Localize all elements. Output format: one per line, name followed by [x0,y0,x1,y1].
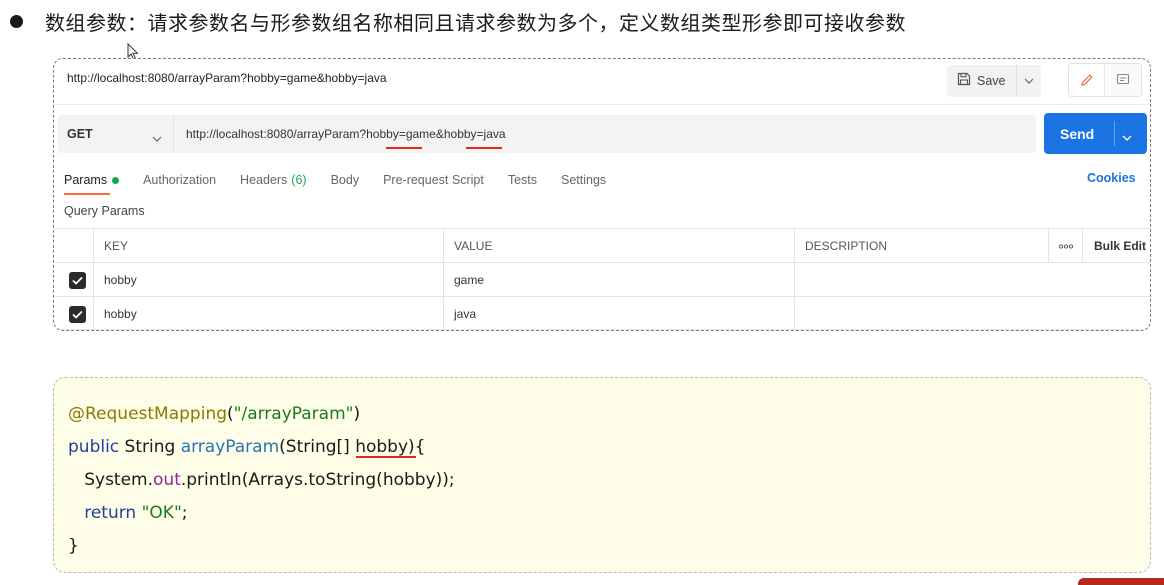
bulk-edit-label: Bulk Edit [1094,239,1147,253]
checkbox-checked-icon [69,305,86,323]
method-chevron-down-icon [152,129,162,147]
tab-params-label: Params [64,173,108,187]
param-key-cell[interactable]: hobby [93,297,443,330]
tab-headers-count: (6) [291,173,307,187]
param-key-cell[interactable]: hobby [93,263,443,297]
code-token: ) [353,404,361,424]
keyword-token: public [68,437,120,457]
tab-prerequest-script[interactable]: Pre-request Script [383,173,484,187]
save-label: Save [977,74,1006,88]
code-token: ){ [408,437,426,457]
param-name-token: hobby [355,437,409,457]
bullet-dot [10,14,23,28]
code-line-4: return "OK"; [68,497,455,530]
url-underline-2 [466,147,502,149]
header-divider [54,104,1150,105]
query-params-title: Query Params [64,204,145,218]
corner-decoration [1078,578,1164,585]
annotation-token: @RequestMapping [68,404,228,424]
method-select[interactable]: GET [58,115,174,153]
code-token: System. [68,470,154,490]
url-underline-1 [386,147,422,149]
tab-body[interactable]: Body [331,173,360,187]
url-base: http://localhost:8080/arrayParam? [186,127,367,141]
tab-authorization[interactable]: Authorization [143,173,216,187]
send-divider [1114,121,1115,146]
code-line-2: public String arrayParam(String[] hobby)… [68,431,455,464]
table-header-row: KEY VALUE DESCRIPTION Bulk Edit [54,228,1150,263]
code-line-1: @RequestMapping("/arrayParam") [68,398,455,431]
slide-heading: 数组参数：请求参数名与形参数组名称相同且请求参数为多个，定义数组类型形参即可接收… [10,4,906,38]
query-params-table: KEY VALUE DESCRIPTION Bulk Edit hobby ga… [54,228,1150,330]
params-active-dot [112,176,120,184]
string-token: "/arrayParam" [233,404,354,424]
method-label: GET [67,127,93,141]
header-check-cell [54,229,93,263]
string-token: "OK" [141,503,182,523]
cookies-link[interactable]: Cookies [1087,171,1136,185]
code-token: ; [181,503,188,523]
header-value: VALUE [443,229,794,263]
save-dropdown-chevron-icon[interactable] [1017,78,1041,84]
param-description-cell[interactable] [794,297,1048,330]
tab-settings[interactable]: Settings [561,173,606,187]
row-checkbox[interactable] [54,297,93,330]
edit-pencil-icon[interactable] [1069,64,1106,96]
field-token: out [153,470,181,490]
code-block: @RequestMapping("/arrayParam") public Str… [68,398,455,563]
heading-text: 数组参数：请求参数名与形参数组名称相同且请求参数为多个，定义数组类型形参即可接收… [45,10,906,35]
code-token: (String[] [279,437,356,457]
bulk-edit-button[interactable]: Bulk Edit [1082,229,1150,263]
code-token: ( [227,404,234,424]
url-param-key-1: hobby [366,127,399,141]
send-label: Send [1060,125,1095,142]
method-name-token: arrayParam [180,437,280,457]
send-dropdown-chevron-icon[interactable] [1122,128,1132,146]
code-token: .println(Arrays.toString(hobby)); [180,470,455,490]
save-icon [957,72,971,91]
checkbox-checked-icon [69,271,86,289]
view-mode-toggle [1068,63,1142,97]
save-button[interactable]: Save [947,65,1041,97]
request-title: http://localhost:8080/arrayParam?hobby=g… [67,71,387,85]
keyword-token: return [84,503,137,523]
url-param-key-2: hobby [443,127,477,141]
url-input[interactable]: http://localhost:8080/arrayParam?hobby=g… [186,127,506,141]
param-value-cell[interactable]: game [443,263,794,297]
request-bar: GET http://localhost:8080/arrayParam?hob… [58,115,1036,153]
tab-headers[interactable]: Headers (6) [240,173,307,187]
code-line-5: } [68,536,79,556]
active-tab-underline [64,193,110,195]
code-snippet-box: @RequestMapping("/arrayParam") public Str… [53,377,1151,573]
table-row: hobby java [54,296,1150,330]
tab-tests[interactable]: Tests [508,173,537,187]
send-button[interactable]: Send [1044,113,1147,154]
code-token: String [119,437,181,457]
param-value-cell[interactable]: java [443,297,794,330]
request-tabs: Params Authorization Headers (6) Body Pr… [64,170,630,190]
code-line-3: System.out.println(Arrays.toString(hobby… [68,464,455,497]
header-key: KEY [93,229,443,263]
tab-params[interactable]: Params [64,173,120,187]
param-underline [356,456,416,458]
table-row: hobby game [54,262,1150,297]
header-description: DESCRIPTION [794,229,1048,263]
param-description-cell[interactable] [794,263,1048,297]
url-mid: =game& [398,127,444,141]
tab-headers-label: Headers [240,173,288,187]
comment-icon[interactable] [1105,64,1141,96]
more-options-icon[interactable] [1048,229,1082,263]
url-tail: =java [476,127,506,141]
row-checkbox[interactable] [54,263,93,297]
postman-request-panel: http://localhost:8080/arrayParam?hobby=g… [53,58,1151,331]
